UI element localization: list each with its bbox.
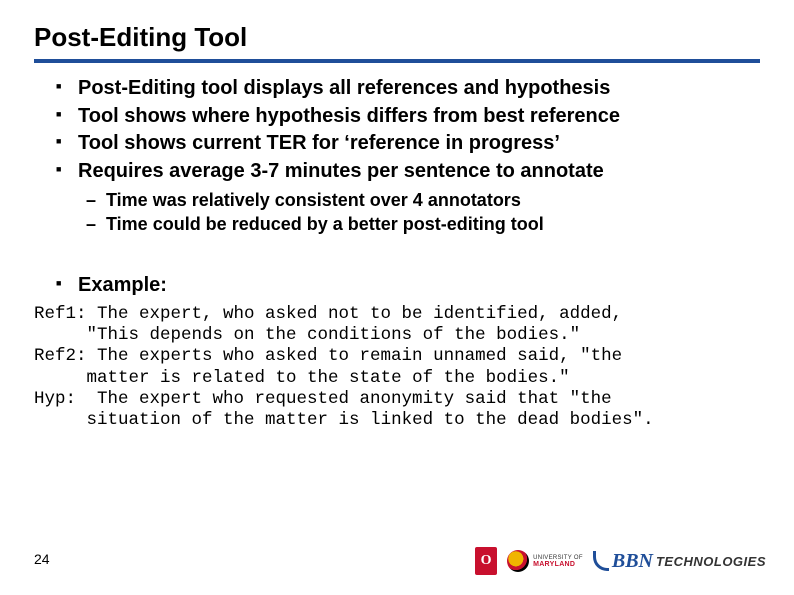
- bullet-item: Post-Editing tool displays all reference…: [78, 75, 760, 103]
- page-number: 24: [34, 551, 50, 567]
- sub-bullet-item: Time could be reduced by a better post-e…: [106, 213, 760, 236]
- logo-row: O UNIVERSITY OF MARYLAND BBN TECHNOLOGIE…: [475, 547, 766, 575]
- bullet-item: Tool shows current TER for ‘reference in…: [78, 130, 760, 158]
- ohio-state-logo-icon: O: [475, 547, 497, 575]
- bbn-tech: TECHNOLOGIES: [656, 554, 766, 569]
- umd-globe-icon: [507, 550, 529, 572]
- umd-line1: UNIVERSITY OF: [533, 555, 583, 561]
- umd-text: UNIVERSITY OF MARYLAND: [533, 555, 583, 568]
- slide-title: Post-Editing Tool: [34, 22, 760, 53]
- bullet-item: Tool shows where hypothesis differs from…: [78, 103, 760, 131]
- example-label: Example:: [78, 272, 760, 300]
- example-text: Ref1: The expert, who asked not to be id…: [34, 304, 760, 432]
- spacer: [34, 236, 760, 272]
- example-list: Example:: [34, 272, 760, 300]
- sub-bullet-item: Time was relatively consistent over 4 an…: [106, 189, 760, 212]
- bbn-swoosh-icon: [593, 551, 609, 571]
- sub-bullet-list: Time was relatively consistent over 4 an…: [34, 189, 760, 236]
- bbn-name: BBN: [612, 550, 653, 573]
- bullet-item: Requires average 3-7 minutes per sentenc…: [78, 158, 760, 186]
- university-of-maryland-logo-icon: UNIVERSITY OF MARYLAND: [507, 550, 583, 572]
- title-rule: [34, 59, 760, 63]
- bbn-technologies-logo-icon: BBN TECHNOLOGIES: [593, 550, 766, 573]
- bullet-list: Post-Editing tool displays all reference…: [34, 75, 760, 185]
- slide: Post-Editing Tool Post-Editing tool disp…: [0, 0, 794, 595]
- umd-line2: MARYLAND: [533, 561, 583, 568]
